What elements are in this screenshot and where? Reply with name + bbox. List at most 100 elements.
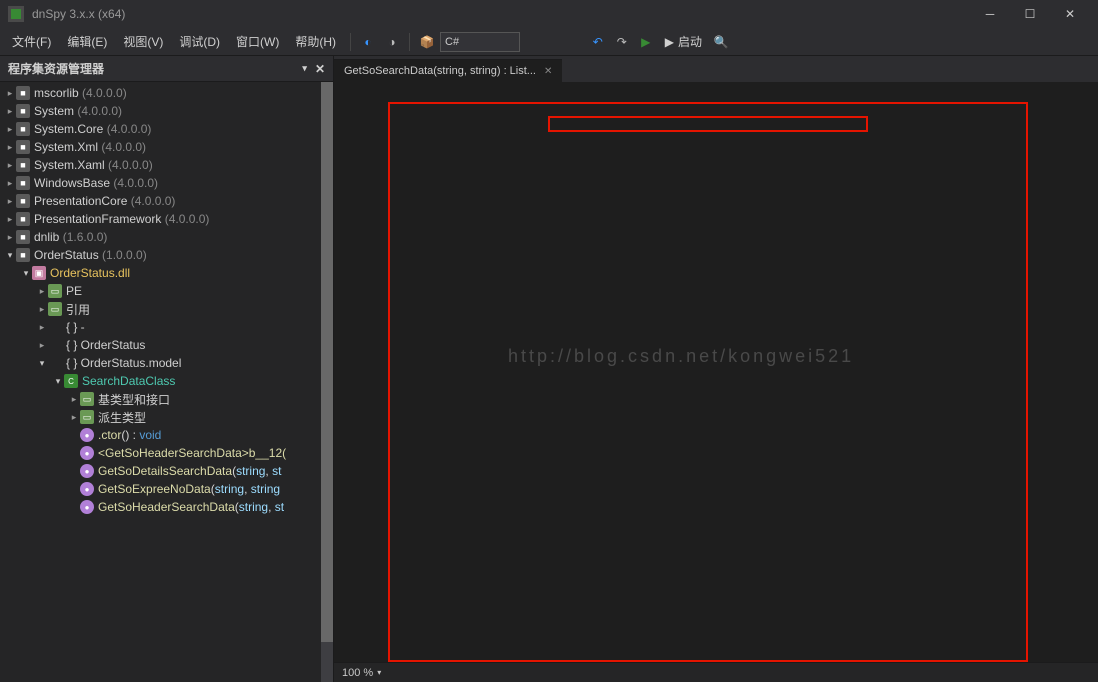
fld-icon: ▭ <box>80 410 94 424</box>
asm-icon: ■ <box>16 194 30 208</box>
menu-bar: 文件(F)编辑(E)视图(V)调试(D)窗口(W)帮助(H) ◐ ◑ 📦 ↶ ↷… <box>0 28 1098 56</box>
expand-icon[interactable] <box>4 232 16 243</box>
asm-icon: ■ <box>16 248 30 262</box>
tree-item[interactable]: ▣OrderStatus.dll <box>0 264 333 282</box>
expand-icon[interactable] <box>4 142 16 153</box>
tree-item-label: 引用 <box>66 301 90 318</box>
ns-icon <box>48 338 62 352</box>
zoom-dropdown-icon[interactable]: ▾ <box>377 668 381 677</box>
tree-item-label: PresentationFramework (4.0.0.0) <box>34 212 209 226</box>
tree-item[interactable]: ■ dnlib (1.6.0.0) <box>0 228 333 246</box>
editor-tab[interactable]: GetSoSearchData(string, string) : List..… <box>334 59 562 82</box>
expand-icon[interactable] <box>20 268 32 279</box>
redo-icon[interactable]: ↷ <box>611 31 633 53</box>
tree-item-label: { } - <box>66 320 85 334</box>
tree-item[interactable]: ■System.Core (4.0.0.0) <box>0 120 333 138</box>
tab-close-icon[interactable]: ✕ <box>544 66 552 77</box>
asm-icon: ■ <box>16 230 30 244</box>
tree-item-label: .ctor() : void <box>98 428 161 442</box>
asm-icon: ■ <box>16 176 30 190</box>
tree-item[interactable]: { } OrderStatus <box>0 336 333 354</box>
tree-item[interactable]: ●.ctor() : void <box>0 426 333 444</box>
tree-item[interactable]: ▭ PE <box>0 282 333 300</box>
tree-item[interactable]: { } - <box>0 318 333 336</box>
expand-icon[interactable] <box>68 394 80 405</box>
tree-item[interactable]: ▭基类型和接口 <box>0 390 333 408</box>
tree-item[interactable]: ●GetSoDetailsSearchData(string, st <box>0 462 333 480</box>
tree-item[interactable]: ●GetSoHeaderSearchData(string, st <box>0 498 333 516</box>
panel-dropdown-icon[interactable]: ▾ <box>302 63 307 74</box>
tree-item[interactable]: ■ PresentationFramework (4.0.0.0) <box>0 210 333 228</box>
tree-item-label: GetSoExpreeNoData(string, string <box>98 482 280 496</box>
tree-item-label: PE <box>66 284 82 298</box>
method-icon: ● <box>80 446 94 460</box>
zoom-level[interactable]: 100 % <box>342 667 373 679</box>
tree-item[interactable]: CSearchDataClass <box>0 372 333 390</box>
asm-icon: ■ <box>16 140 30 154</box>
tree-item[interactable]: ■mscorlib (4.0.0.0) <box>0 84 333 102</box>
play-icon[interactable]: ▶ <box>635 31 657 53</box>
close-icon[interactable]: ✕ <box>1050 2 1090 26</box>
expand-icon[interactable] <box>4 160 16 171</box>
asm-icon: ■ <box>16 122 30 136</box>
line-gutter <box>334 82 388 662</box>
tree-item[interactable]: ■System (4.0.0.0) <box>0 102 333 120</box>
menu-item[interactable]: 编辑(E) <box>59 31 115 53</box>
ns-icon <box>48 356 62 370</box>
tree-item[interactable]: ■System.Xml (4.0.0.0) <box>0 138 333 156</box>
expand-icon[interactable] <box>36 322 48 333</box>
tree-item[interactable]: ▭引用 <box>0 300 333 318</box>
expand-icon[interactable] <box>4 124 16 135</box>
tree-item[interactable]: ■OrderStatus (1.0.0.0) <box>0 246 333 264</box>
expand-icon[interactable] <box>36 340 48 351</box>
expand-icon[interactable] <box>36 358 48 369</box>
expand-icon[interactable] <box>4 178 16 189</box>
watermark-text: http://blog.csdn.net/kongwei521 <box>508 348 854 364</box>
expand-icon[interactable] <box>36 304 48 315</box>
expand-icon[interactable] <box>52 376 64 387</box>
minimize-icon[interactable]: ─ <box>970 2 1010 26</box>
expand-icon[interactable] <box>36 286 48 297</box>
language-select[interactable] <box>440 32 520 52</box>
tree-item[interactable]: { } OrderStatus.model <box>0 354 333 372</box>
ns-icon <box>48 320 62 334</box>
run-button[interactable]: ▶ 启动 <box>659 33 708 50</box>
undo-icon[interactable]: ↶ <box>587 31 609 53</box>
tree-item[interactable]: ●GetSoExpreeNoData(string, string <box>0 480 333 498</box>
menu-item[interactable]: 帮助(H) <box>287 31 344 53</box>
menu-item[interactable]: 窗口(W) <box>228 31 287 53</box>
menu-item[interactable]: 文件(F) <box>4 31 59 53</box>
tree-item[interactable]: ●<GetSoHeaderSearchData>b__12( <box>0 444 333 462</box>
tree-item-label: { } OrderStatus <box>66 338 145 352</box>
tree-item-label: 基类型和接口 <box>98 391 170 408</box>
maximize-icon[interactable]: ☐ <box>1010 2 1050 26</box>
expand-icon[interactable] <box>68 412 80 423</box>
asm-icon: ■ <box>16 212 30 226</box>
tree-item[interactable]: ■PresentationCore (4.0.0.0) <box>0 192 333 210</box>
tree-scrollbar[interactable] <box>321 82 333 682</box>
expand-icon[interactable] <box>4 214 16 225</box>
app-icon <box>8 6 24 22</box>
assembly-tree[interactable]: ■mscorlib (4.0.0.0)■System (4.0.0.0)■Sys… <box>0 82 333 682</box>
tree-item-label: SearchDataClass <box>82 374 175 388</box>
tree-item-label: dnlib (1.6.0.0) <box>34 230 107 244</box>
menu-item[interactable]: 视图(V) <box>115 31 171 53</box>
expand-icon[interactable] <box>4 88 16 99</box>
tree-item[interactable]: ▭派生类型 <box>0 408 333 426</box>
expand-icon[interactable] <box>4 250 16 261</box>
expand-icon[interactable] <box>4 196 16 207</box>
menu-item[interactable]: 调试(D) <box>171 31 228 53</box>
tree-item-label: mscorlib (4.0.0.0) <box>34 86 127 100</box>
tree-item[interactable]: ■ WindowsBase (4.0.0.0) <box>0 174 333 192</box>
expand-icon[interactable] <box>4 106 16 117</box>
code-editor[interactable]: http://blog.csdn.net/kongwei521 <box>388 82 1098 662</box>
back-icon[interactable]: ◐ <box>357 31 379 53</box>
forward-icon[interactable]: ◑ <box>381 31 403 53</box>
tree-item[interactable]: ■System.Xaml (4.0.0.0) <box>0 156 333 174</box>
tree-item-label: WindowsBase (4.0.0.0) <box>34 176 158 190</box>
assembly-icon[interactable]: 📦 <box>416 31 438 53</box>
method-icon: ● <box>80 464 94 478</box>
search-icon[interactable]: 🔍 <box>710 31 732 53</box>
fld-icon: ▭ <box>48 284 62 298</box>
panel-close-icon[interactable]: ✕ <box>315 62 325 76</box>
